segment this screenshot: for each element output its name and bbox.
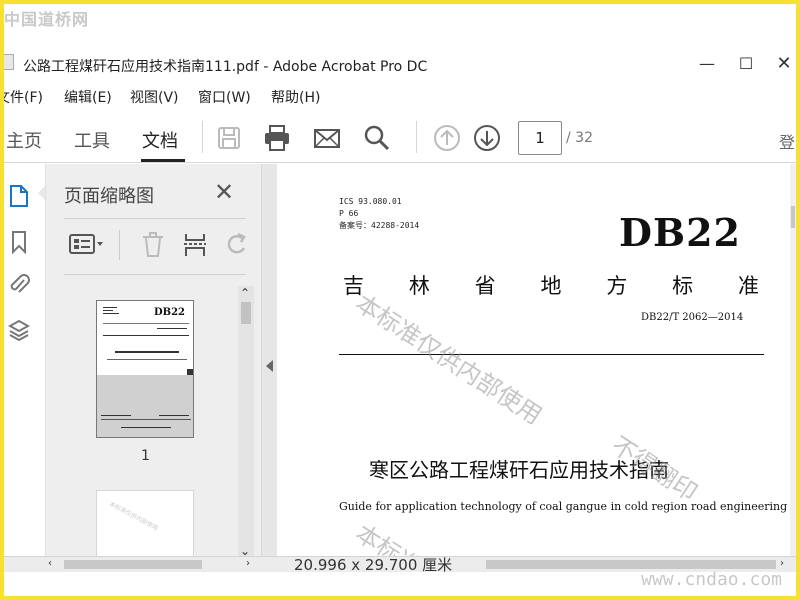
app-window: 中国道桥网 公路工程煤矸石应用技术指南111.pdf - Adobe Acrob… (4, 4, 796, 596)
active-panel-pointer (38, 186, 45, 200)
standard-char: 林 (408, 274, 430, 298)
previous-page-icon[interactable] (432, 123, 462, 153)
panel-tool-divider (119, 230, 120, 260)
panel-divider (64, 274, 246, 275)
panel-divider (64, 218, 246, 219)
scroll-up-icon[interactable]: ⌃ (240, 286, 250, 300)
doc-brand: DB22 (619, 210, 741, 255)
search-icon[interactable] (362, 123, 392, 153)
attachment-icon[interactable] (8, 272, 30, 296)
collapse-arrow-icon (266, 360, 273, 372)
thumbnails-horizontal-scroll[interactable] (64, 560, 202, 569)
bookmark-icon[interactable] (8, 230, 30, 254)
title-bar: 公路工程煤矸石应用技术指南111.pdf - Adobe Acrobat Pro… (4, 48, 796, 80)
menu-window[interactable]: 窗口(W) (198, 87, 251, 107)
doc-title-en: Guide for application technology of coal… (339, 500, 788, 513)
standard-char: 省 (474, 274, 496, 298)
thumbnail-watermark: 本标准仅供内部使用 (108, 500, 160, 533)
doc-ics: ICS 93.080.01 (339, 197, 402, 206)
layers-icon[interactable] (8, 318, 30, 342)
menu-edit[interactable]: 编辑(E) (64, 87, 112, 107)
thumbnail-view-region (97, 375, 193, 437)
thumbnail-brand: DB22 (153, 307, 185, 318)
page-watermark: 本标准 (350, 519, 427, 556)
thumbnails-panel: 页面缩略图 ✕ DB22 1 本标准仅供内部使用 ⌃ ⌄ (45, 164, 261, 570)
menu-bar: 文件(F) 编辑(E) 视图(V) 窗口(W) 帮助(H) (4, 84, 796, 108)
thumbnail-options-icon[interactable] (68, 230, 106, 258)
watermark-top: 中国道桥网 (4, 10, 90, 29)
document-horizontal-scroll[interactable] (486, 560, 776, 569)
panel-title: 页面缩略图 (64, 186, 154, 207)
tab-home[interactable]: 主页 (6, 127, 42, 153)
page-thumbnails-icon[interactable] (8, 184, 30, 208)
thumbnail-resize-handle[interactable] (187, 369, 193, 375)
toolbar: 主页 工具 文档 1 / 32 登 (4, 111, 796, 163)
window-title: 公路工程煤矸石应用技术指南111.pdf - Adobe Acrobat Pro… (23, 59, 428, 75)
close-panel-button[interactable]: ✕ (214, 178, 234, 206)
minimize-button[interactable]: — (687, 52, 727, 76)
next-page-icon[interactable] (472, 123, 502, 153)
pdf-file-icon (4, 54, 14, 70)
save-icon[interactable] (214, 123, 244, 153)
thumbnail-page-number: 1 (141, 448, 150, 464)
standard-char: 地 (540, 274, 562, 298)
doc-standard-type: 吉 林 省 地 方 标 准 (343, 270, 759, 300)
active-tab-indicator (141, 159, 185, 162)
page-total: / 32 (566, 130, 593, 146)
document-scrollbar-thumb[interactable] (791, 206, 795, 228)
page-number-input[interactable]: 1 (518, 121, 562, 155)
delete-icon[interactable] (140, 230, 166, 258)
tab-tools[interactable]: 工具 (74, 127, 110, 153)
standard-char: 准 (737, 274, 759, 298)
doc-p-code: P 66 (339, 209, 359, 218)
doc-record-number: 备案号：42288-2014 (339, 221, 420, 230)
maximize-button[interactable]: ☐ (726, 52, 766, 76)
panel-collapse-handle[interactable] (261, 164, 277, 564)
tab-document[interactable]: 文档 (142, 127, 178, 153)
doc-rule (339, 354, 764, 355)
scroll-left-icon[interactable]: ‹ (48, 558, 52, 569)
page-thumbnail-1[interactable]: DB22 (96, 300, 194, 438)
thumbnails-scrollbar[interactable]: ⌃ ⌄ (238, 286, 254, 558)
rotate-icon[interactable] (224, 230, 250, 258)
scroll-right-icon[interactable]: › (780, 558, 784, 569)
login-link[interactable]: 登录 (779, 129, 796, 153)
close-window-button[interactable]: ✕ (772, 52, 796, 76)
document-view[interactable]: ICS 93.080.01 P 66 备案号：42288-2014 DB22 吉… (277, 164, 796, 556)
watermark-bottom: www.cndao.com (641, 569, 782, 590)
split-page-icon[interactable] (182, 230, 208, 258)
page-watermark: 本标准仅供内部使用 (350, 289, 547, 431)
print-icon[interactable] (262, 123, 292, 153)
left-navigation-rail (4, 164, 42, 564)
page-size-readout: 20.996 x 29.700 厘米 (294, 556, 453, 574)
doc-standard-number: DB22/T 2062—2014 (641, 312, 744, 323)
toolbar-divider (202, 121, 203, 153)
menu-help[interactable]: 帮助(H) (271, 87, 320, 107)
menu-view[interactable]: 视图(V) (130, 87, 179, 107)
doc-header-meta: ICS 93.080.01 P 66 备案号：42288-2014 (339, 196, 419, 232)
document-scrollbar[interactable] (790, 164, 796, 556)
standard-char: 方 (606, 274, 628, 298)
scrollbar-thumb[interactable] (241, 302, 251, 324)
menu-file[interactable]: 文件(F) (4, 87, 43, 107)
standard-char: 标 (672, 274, 694, 298)
toolbar-divider (416, 121, 417, 153)
scroll-right-icon[interactable]: › (246, 558, 250, 569)
email-icon[interactable] (312, 123, 342, 153)
